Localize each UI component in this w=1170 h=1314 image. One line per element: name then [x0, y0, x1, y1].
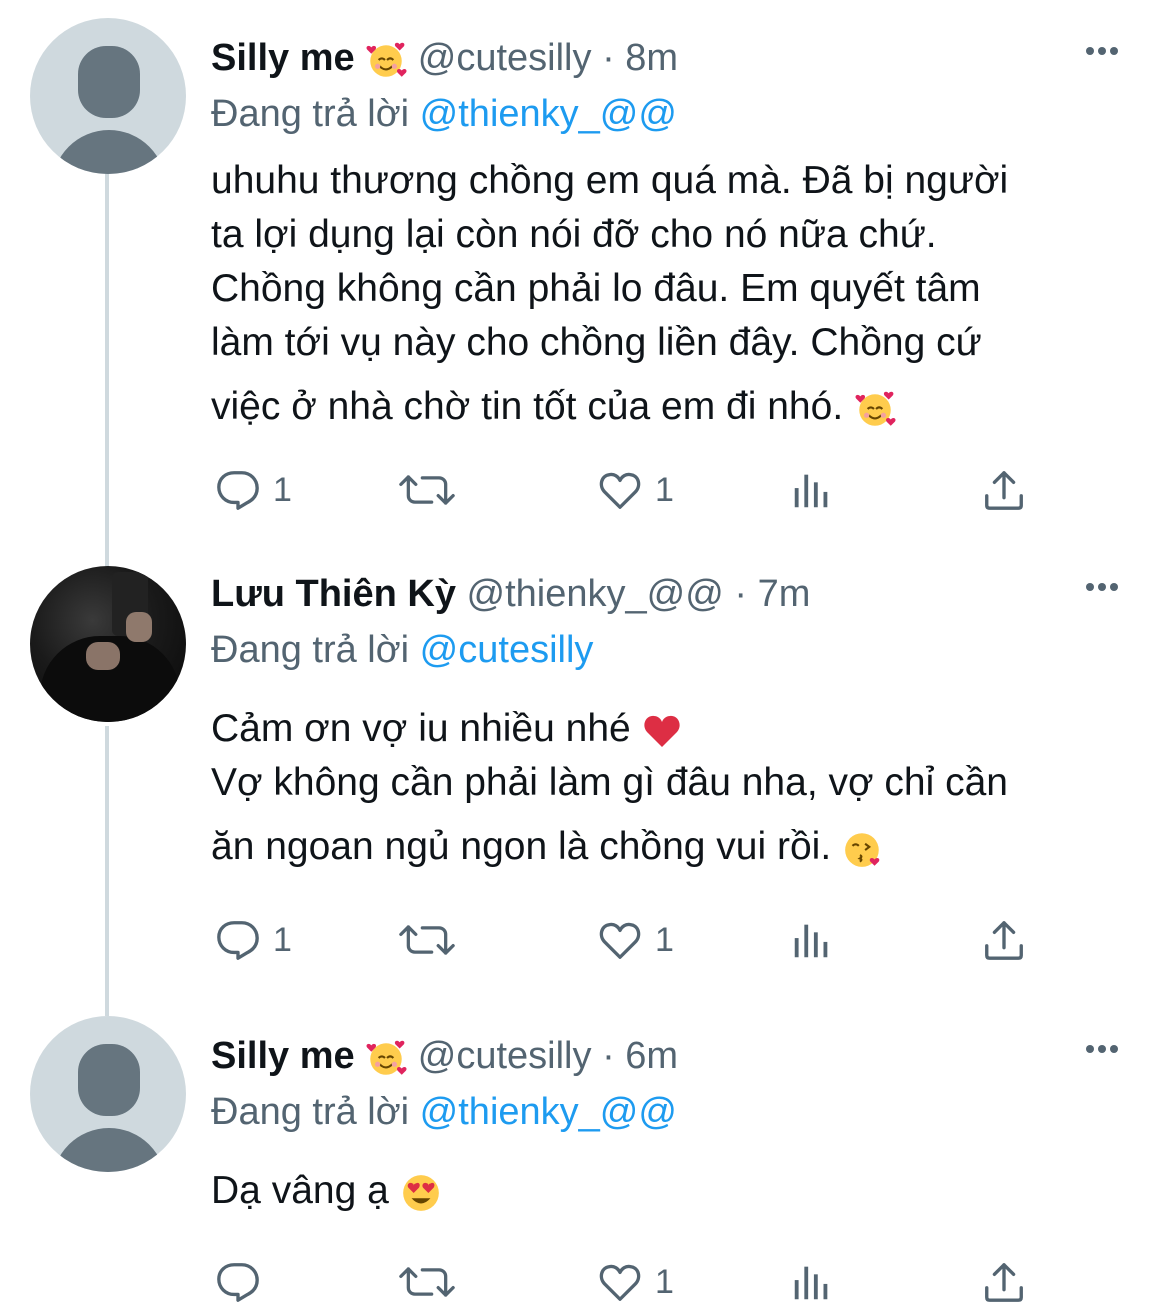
reply-mention-link[interactable]: @cutesilly [420, 629, 594, 671]
tweet-text-line: ta lợi dụng lại còn nói đỡ cho nó nữa ch… [211, 213, 937, 256]
tweet-text: uhuhu thương chồng em quá mà. Đã bị ngườ… [211, 154, 1121, 434]
reply-count: 1 [273, 920, 292, 959]
reply-icon [215, 917, 261, 963]
display-name[interactable]: Lưu Thiên Kỳ [211, 573, 456, 615]
avatar-photo-detail [126, 612, 152, 642]
replying-to: Đang trả lời @thienky_@@ [211, 84, 677, 144]
replying-to: Đang trả lời @cutesilly [211, 620, 593, 680]
reply-button[interactable]: 1 [215, 910, 292, 970]
analytics-button[interactable] [789, 1252, 835, 1312]
retweet-icon [399, 917, 455, 963]
smiling-face-with-hearts-icon [365, 39, 407, 81]
separator-dot: · [734, 573, 748, 615]
default-avatar-head [78, 46, 140, 118]
retweet-button[interactable] [399, 910, 467, 970]
tweet-text-line: việc ở nhà chờ tin tốt của em đi nhó. [211, 385, 844, 428]
retweet-icon [399, 467, 455, 513]
tweet-actions: 1 1 [211, 910, 1041, 970]
tweet-header: Silly me @cutesilly · 8m [211, 28, 1090, 88]
more-options-icon[interactable] [1086, 42, 1126, 72]
timestamp[interactable]: 8m [625, 37, 678, 79]
tweet-actions: 1 [211, 1252, 1041, 1312]
like-icon [597, 1259, 643, 1305]
default-avatar-body [52, 1128, 166, 1172]
share-button[interactable] [981, 460, 1027, 520]
timestamp[interactable]: 6m [625, 1035, 678, 1077]
retweet-button[interactable] [399, 1252, 467, 1312]
retweet-button[interactable] [399, 460, 467, 520]
separator-dot: · [602, 37, 615, 79]
share-icon [981, 467, 1027, 513]
avatar[interactable] [30, 566, 186, 722]
separator-dot: · [602, 1035, 615, 1077]
user-handle[interactable]: @thienky_@@ [467, 573, 724, 615]
like-button[interactable]: 1 [597, 460, 674, 520]
replying-to-label: Đang trả lời [211, 629, 410, 671]
tweet-text-line: Cảm ơn vợ iu nhiều nhé [211, 707, 631, 750]
display-name[interactable]: Silly me [211, 1035, 355, 1077]
like-count: 1 [655, 1262, 674, 1301]
default-avatar-head [78, 1044, 140, 1116]
replying-to: Đang trả lời @thienky_@@ [211, 1082, 677, 1142]
more-options-icon[interactable] [1086, 578, 1126, 608]
tweet-text-line-last: việc ở nhà chờ tin tốt của em đi nhó. [211, 380, 1121, 434]
like-count: 1 [655, 470, 674, 509]
tweet-text-line-first: Cảm ơn vợ iu nhiều nhé [211, 702, 1121, 756]
user-handle[interactable]: @cutesilly [418, 37, 592, 79]
tweet-text-line: Dạ vâng ạ [211, 1169, 389, 1212]
reply-button[interactable]: 1 [215, 460, 292, 520]
display-name[interactable]: Silly me [211, 37, 355, 79]
tweet-text-line: làm tới vụ này cho chồng liền đây. Chồng… [211, 321, 982, 364]
tweet-header: Silly me @cutesilly · 6m [211, 1026, 1090, 1086]
tweet-actions: 1 1 [211, 460, 1041, 520]
more-options-icon[interactable] [1086, 1040, 1126, 1070]
tweet-text: Cảm ơn vợ iu nhiều nhé Vợ không cần phải… [211, 702, 1121, 874]
tweet-text-line: uhuhu thương chồng em quá mà. Đã bị ngườ… [211, 159, 1009, 202]
smiling-face-with-hearts-icon [365, 1037, 407, 1079]
tweet-text-line: Vợ không cần phải làm gì đâu nha, vợ chỉ… [211, 761, 1008, 804]
face-blowing-kiss-icon [842, 828, 884, 870]
avatar[interactable] [30, 1016, 186, 1172]
replying-to-label: Đang trả lời [211, 1091, 410, 1133]
default-avatar-body [52, 130, 166, 174]
reply-mention-link[interactable]: @thienky_@@ [420, 93, 677, 135]
tweet: Silly me @cutesilly · 6m Đang trả lời @t… [0, 1016, 1170, 1314]
replying-to-label: Đang trả lời [211, 93, 410, 135]
tweet-header: Lưu Thiên Kỳ @thienky_@@ · 7m [211, 564, 1090, 624]
retweet-icon [399, 1259, 455, 1305]
analytics-icon [789, 1259, 835, 1305]
like-button[interactable]: 1 [597, 910, 674, 970]
avatar-photo-detail [86, 642, 120, 670]
tweet: Silly me @cutesilly · 8m Đang trả lời @t… [0, 18, 1170, 548]
analytics-icon [789, 917, 835, 963]
tweet-text-line: ăn ngoan ngủ ngon là chồng vui rồi. [211, 825, 832, 868]
reply-count: 1 [273, 470, 292, 509]
tweet-text-line-last: ăn ngoan ngủ ngon là chồng vui rồi. [211, 820, 1121, 874]
timestamp[interactable]: 7m [758, 573, 811, 615]
analytics-button[interactable] [789, 910, 835, 970]
share-button[interactable] [981, 1252, 1027, 1312]
red-heart-icon [642, 711, 682, 751]
share-button[interactable] [981, 910, 1027, 970]
like-icon [597, 467, 643, 513]
reply-mention-link[interactable]: @thienky_@@ [420, 1091, 677, 1133]
smiling-face-with-heart-eyes-icon [400, 1172, 442, 1214]
smiling-face-with-hearts-icon [854, 388, 896, 430]
tweet-text-line: Chồng không cần phải lo đâu. Em quyết tâ… [211, 267, 981, 310]
tweet-text: Dạ vâng ạ [211, 1164, 1121, 1218]
like-button[interactable]: 1 [597, 1252, 674, 1312]
tweet: Lưu Thiên Kỳ @thienky_@@ · 7m Đang trả l… [0, 564, 1170, 994]
like-icon [597, 917, 643, 963]
analytics-button[interactable] [789, 460, 835, 520]
avatar[interactable] [30, 18, 186, 174]
user-handle[interactable]: @cutesilly [418, 1035, 592, 1077]
analytics-icon [789, 467, 835, 513]
reply-icon [215, 1259, 261, 1305]
tweet-text-line-last: Dạ vâng ạ [211, 1164, 1121, 1218]
reply-icon [215, 467, 261, 513]
like-count: 1 [655, 920, 674, 959]
share-icon [981, 917, 1027, 963]
reply-button[interactable] [215, 1252, 273, 1312]
share-icon [981, 1259, 1027, 1305]
